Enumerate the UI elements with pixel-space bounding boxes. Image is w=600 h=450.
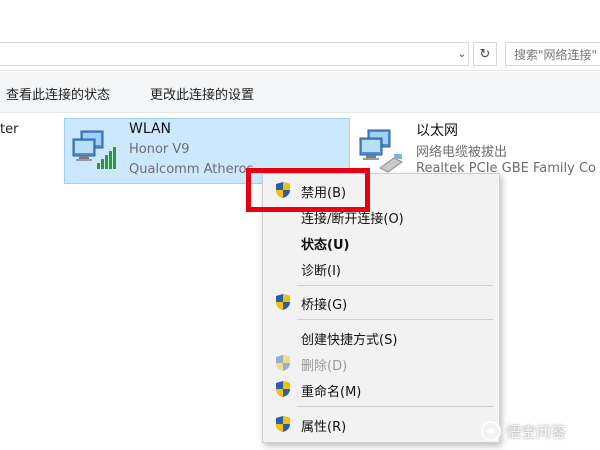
menu-item-label: 桥接(G) <box>301 298 348 313</box>
watermark-text: 悟空问答 <box>506 423 567 441</box>
shield-icon <box>276 355 290 371</box>
menu-item-rename[interactable]: 重命名(M) <box>263 377 499 401</box>
menu-separator <box>297 319 493 320</box>
clipped-adapter-label[interactable]: ter <box>0 122 18 137</box>
refresh-icon[interactable]: ↻ <box>473 42 497 66</box>
menu-item-label: 删除(D) <box>301 359 348 374</box>
highlight-annotation-box <box>246 168 370 212</box>
adapter-name: 以太网 <box>416 123 458 139</box>
change-settings-button[interactable]: 更改此连接的设置 <box>150 84 254 103</box>
adapter-name: WLAN <box>129 121 172 137</box>
ethernet-adapter-icon <box>359 129 403 173</box>
adapter-status: 网络电缆被拔出 <box>416 145 508 160</box>
watermark: 悟空问答 <box>480 420 596 444</box>
chevron-down-icon[interactable]: ⌄ <box>453 43 471 63</box>
menu-separator <box>297 285 493 286</box>
menu-item-create-shortcut[interactable]: 创建快捷方式(S) <box>263 325 499 349</box>
menu-item-delete: 删除(D) <box>263 351 499 375</box>
menu-item-label: 属性(R) <box>301 420 347 435</box>
watermark-logo-icon <box>481 421 501 441</box>
shield-icon <box>276 294 290 310</box>
search-placeholder: 搜索"网络连接" <box>514 48 598 62</box>
menu-separator <box>297 406 493 407</box>
shield-icon <box>276 381 290 397</box>
adapter-status: Honor V9 <box>129 142 190 157</box>
address-bar-row: ⌄ ↻ 搜索"网络连接" <box>0 40 600 71</box>
menu-item-bridge[interactable]: 桥接(G) <box>263 290 499 314</box>
shield-icon <box>276 416 290 432</box>
view-status-button[interactable]: 查看此连接的状态 <box>6 84 110 103</box>
command-toolbar: 查看此连接的状态 更改此连接的设置 <box>0 72 600 113</box>
menu-item-label: 状态(U) <box>301 238 350 253</box>
menu-item-diagnose[interactable]: 诊断(I) <box>263 256 499 280</box>
context-menu: 禁用(B) 连接/断开连接(O) 状态(U) 诊断(I) 桥接(G) 创建快捷方… <box>262 173 500 443</box>
menu-item-label: 诊断(I) <box>301 264 341 279</box>
menu-item-status[interactable]: 状态(U) <box>263 230 499 254</box>
address-field[interactable] <box>0 42 469 66</box>
wifi-adapter-icon <box>72 130 116 169</box>
menu-item-label: 重命名(M) <box>301 385 362 400</box>
search-input[interactable]: 搜索"网络连接" <box>505 42 600 66</box>
menu-item-properties[interactable]: 属性(R) <box>263 412 499 436</box>
adapter-device: Qualcomm Atheros <box>129 162 254 177</box>
menu-item-label: 创建快捷方式(S) <box>301 333 398 348</box>
